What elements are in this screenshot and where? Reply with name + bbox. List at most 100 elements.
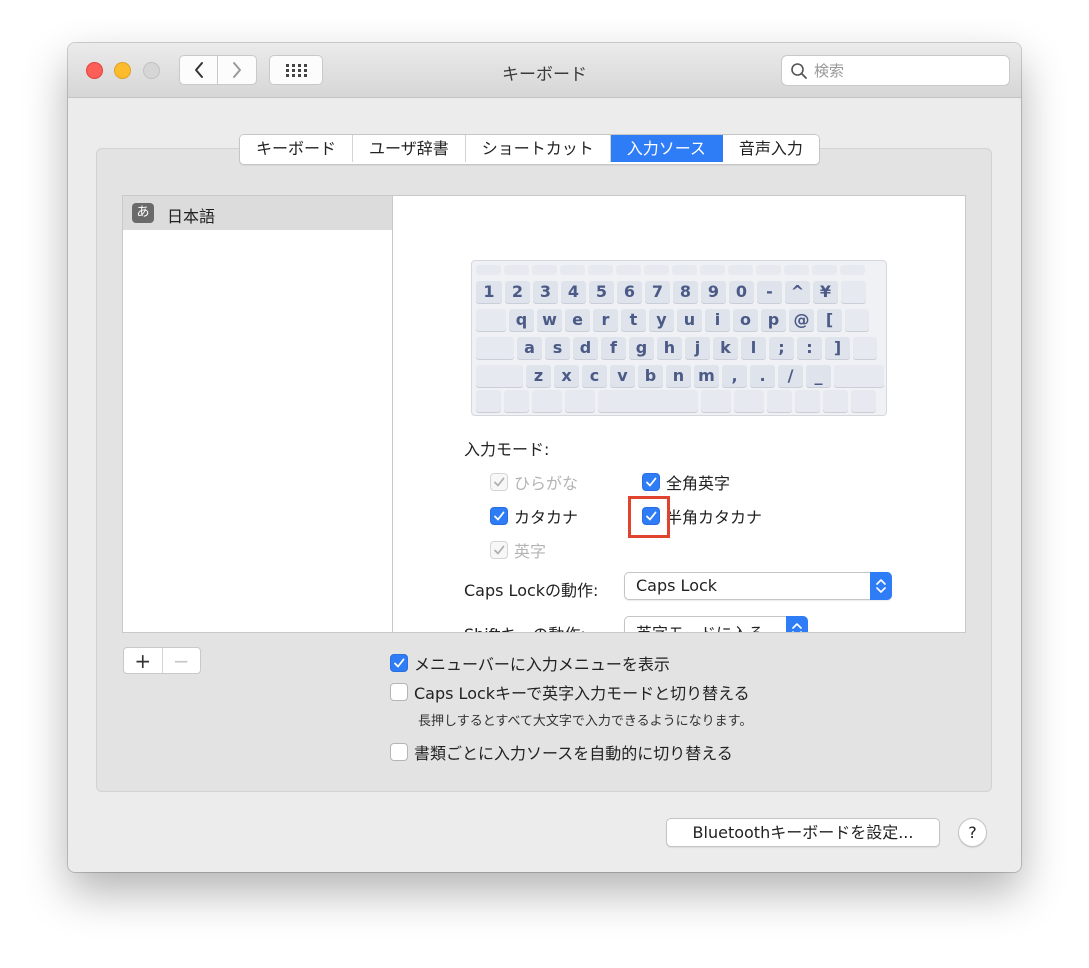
key: 7	[645, 281, 670, 303]
key: ]	[825, 337, 850, 359]
mode-zenkaku-eiji-label: 全角英字	[666, 474, 731, 493]
input-source-detail: 1 2 3 4 5 6 7 8 9 0 - ^ ¥ q w e r t y u …	[393, 195, 966, 633]
keyboard-layout-preview: 1 2 3 4 5 6 7 8 9 0 - ^ ¥ q w e r t y u …	[471, 260, 887, 416]
auto-switch-checkbox[interactable]: 書類ごとに入力ソースを自動的に切り替える	[390, 740, 733, 764]
titlebar: キーボード	[68, 43, 1021, 98]
input-source-label: 日本語	[167, 207, 216, 226]
key: /	[778, 365, 803, 387]
caps-lock-action-popup[interactable]: Caps Lock	[624, 572, 892, 600]
key: 8	[673, 281, 698, 303]
checkbox-empty-icon	[390, 743, 408, 761]
key: -	[757, 281, 782, 303]
key: i	[705, 309, 730, 331]
shift-action-value: 英字モードに入る	[636, 620, 764, 632]
auto-switch-label: 書類ごとに入力ソースを自動的に切り替える	[414, 744, 733, 763]
caps-lock-hint: 長押しするとすべて大文字で入力できるようになります。	[418, 714, 753, 729]
checkmark-icon	[390, 654, 408, 672]
search-input[interactable]	[812, 60, 1001, 82]
key: ,	[722, 365, 747, 387]
shift-action-popup[interactable]: 英字モードに入る	[624, 616, 808, 632]
checkmark-icon	[490, 473, 508, 491]
key: 0	[729, 281, 754, 303]
key: h	[657, 337, 682, 359]
keyboard-preferences-window: キーボード キーボード ユーザ辞書 ショートカット 入力ソース 音声入力 あ 日…	[68, 43, 1021, 872]
key: ^	[785, 281, 810, 303]
show-input-menu-checkbox[interactable]: メニューバーに入力メニューを表示	[390, 651, 670, 675]
tab-user-dictionary[interactable]: ユーザ辞書	[353, 135, 466, 162]
caps-lock-switch-label: Caps Lockキーで英字入力モードと切り替える	[414, 684, 750, 703]
key: x	[554, 365, 579, 387]
key: c	[582, 365, 607, 387]
key: v	[610, 365, 635, 387]
keyboard-space-row	[476, 390, 876, 412]
caps-lock-action-label: Caps Lockの動作:	[464, 581, 599, 600]
keyboard-bottom-letter-row: z x c v b n m , . / _	[476, 365, 884, 387]
key: 2	[505, 281, 530, 303]
tab-bar: キーボード ユーザ辞書 ショートカット 入力ソース 音声入力	[239, 134, 820, 165]
tab-dictation[interactable]: 音声入力	[722, 135, 819, 162]
key: q	[509, 309, 534, 331]
key: 4	[561, 281, 586, 303]
mode-eiji-label: 英字	[514, 542, 547, 561]
list-edit-buttons: + −	[123, 647, 201, 674]
popup-stepper-icon	[786, 616, 808, 632]
mode-hiragana-label: ひらがな	[514, 474, 579, 493]
search-icon	[791, 63, 807, 79]
key: j	[685, 337, 710, 359]
tab-shortcuts[interactable]: ショートカット	[465, 135, 611, 162]
checkbox-empty-icon	[390, 683, 408, 701]
key: ¥	[813, 281, 838, 303]
keyboard-number-row: 1 2 3 4 5 6 7 8 9 0 - ^ ¥	[476, 281, 866, 303]
key: a	[517, 337, 542, 359]
key: y	[649, 309, 674, 331]
key: g	[629, 337, 654, 359]
key: @	[789, 309, 814, 331]
key: d	[573, 337, 598, 359]
key: t	[621, 309, 646, 331]
key: o	[733, 309, 758, 331]
popup-stepper-icon	[870, 572, 892, 600]
hiragana-badge-icon: あ	[132, 203, 154, 223]
input-source-row-japanese[interactable]: あ 日本語	[123, 196, 392, 230]
add-input-source-button[interactable]: +	[124, 648, 162, 673]
keyboard-function-row	[476, 265, 865, 275]
key: r	[593, 309, 618, 331]
key: :	[797, 337, 822, 359]
checkmark-icon	[642, 473, 660, 491]
setup-bluetooth-keyboard-button[interactable]: Bluetoothキーボードを設定...	[666, 818, 940, 847]
key: 3	[533, 281, 558, 303]
key: z	[526, 365, 551, 387]
caps-lock-switch-checkbox[interactable]: Caps Lockキーで英字入力モードと切り替える	[390, 680, 750, 704]
show-input-menu-label: メニューバーに入力メニューを表示	[414, 655, 670, 674]
key: l	[741, 337, 766, 359]
help-button[interactable]: ?	[958, 818, 987, 847]
key: s	[545, 337, 570, 359]
key: b	[638, 365, 663, 387]
key: m	[694, 365, 719, 387]
key: f	[601, 337, 626, 359]
mode-zenkaku-eiji-checkbox[interactable]: 全角英字	[642, 470, 730, 494]
key: n	[666, 365, 691, 387]
key: u	[677, 309, 702, 331]
mode-katakana-checkbox[interactable]: カタカナ	[490, 504, 578, 528]
shift-action-label: Shiftキーの動作:	[464, 621, 586, 632]
key: ;	[769, 337, 794, 359]
mode-hankaku-katakana-label: 半角カタカナ	[666, 508, 763, 527]
checkmark-icon	[490, 541, 508, 559]
key: p	[761, 309, 786, 331]
key: 6	[617, 281, 642, 303]
mode-katakana-label: カタカナ	[514, 508, 579, 527]
caps-lock-action-value: Caps Lock	[636, 576, 718, 595]
search-field[interactable]	[781, 55, 1010, 86]
keyboard-home-row: a s d f g h j k l ; : ]	[476, 337, 877, 359]
key: k	[713, 337, 738, 359]
checkmark-icon	[490, 507, 508, 525]
key: 9	[701, 281, 726, 303]
key: e	[565, 309, 590, 331]
key: _	[806, 365, 831, 387]
tab-keyboard[interactable]: キーボード	[240, 135, 354, 162]
tab-input-sources[interactable]: 入力ソース	[610, 135, 723, 162]
remove-input-source-button[interactable]: −	[161, 648, 201, 673]
input-modes-label: 入力モード:	[464, 440, 550, 459]
keyboard-qwerty-row: q w e r t y u i o p @ [	[476, 309, 869, 331]
